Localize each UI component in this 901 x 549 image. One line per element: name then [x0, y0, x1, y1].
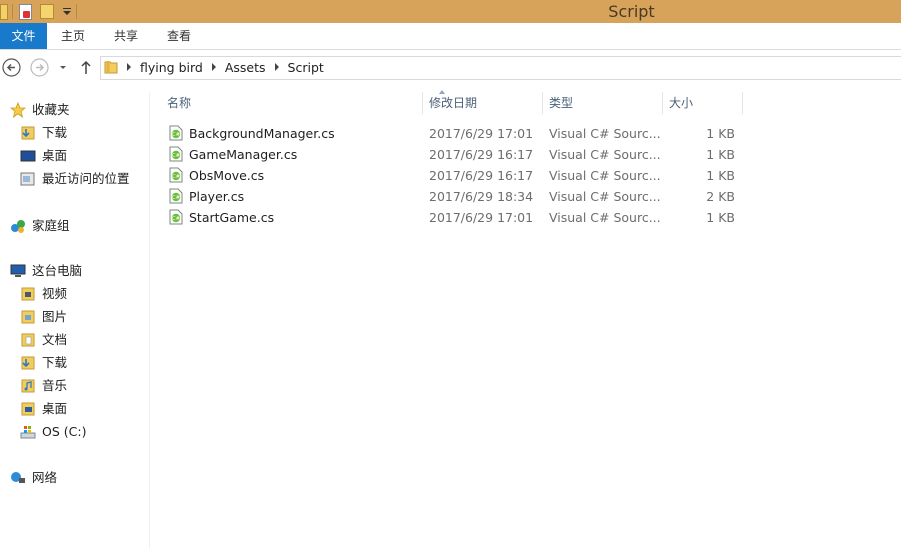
csharp-file-icon: C# [169, 125, 183, 141]
tab-view[interactable]: 查看 [167, 23, 191, 49]
file-row[interactable]: C# BackgroundManager.cs 2017/6/29 17:01 Vis… [149, 123, 749, 144]
desktop-icon [20, 150, 36, 162]
sidebar-item-label: 文档 [42, 332, 68, 347]
file-type: Visual C# Sourc... [549, 126, 661, 141]
recent-locations-button[interactable] [57, 58, 69, 77]
file-date-modified: 2017/6/29 16:17 [429, 168, 534, 183]
column-name[interactable]: 名称 [167, 92, 191, 114]
svg-text:C#: C# [172, 153, 181, 159]
pictures-folder-icon [21, 310, 35, 324]
breadcrumb-flying-bird[interactable]: flying bird [140, 60, 203, 75]
computer-icon [10, 264, 26, 277]
file-type: Visual C# Sourc... [549, 168, 661, 183]
sidebar-item-label: 桌面 [42, 148, 68, 163]
sidebar-item-label: 图片 [42, 309, 68, 324]
svg-text:C#: C# [172, 132, 181, 138]
file-type: Visual C# Sourc... [549, 189, 661, 204]
breadcrumb-assets[interactable]: Assets [225, 60, 266, 75]
svg-text:C#: C# [172, 216, 181, 222]
sidebar-item-label: 视频 [42, 286, 68, 301]
title-bar: Script [0, 0, 901, 23]
documents-folder-icon [21, 333, 35, 347]
file-row[interactable]: C# StartGame.cs 2017/6/29 17:01 Visual C# S… [149, 207, 749, 228]
column-divider[interactable] [662, 92, 663, 114]
column-date-modified[interactable]: 修改日期 [429, 92, 477, 114]
file-type: Visual C# Sourc... [549, 147, 661, 162]
svg-text:C#: C# [172, 195, 181, 201]
file-date-modified: 2017/6/29 17:01 [429, 126, 534, 141]
file-type: Visual C# Sourc... [549, 210, 661, 225]
navigation-pane: 收藏夹 下载 桌面 最近访问的位置 家庭组 这台电脑 视频 图片 文档 下载 音… [0, 92, 150, 549]
tab-share[interactable]: 共享 [114, 23, 138, 49]
csharp-file-icon: C# [169, 146, 183, 162]
network-icon [11, 472, 25, 483]
breadcrumb-separator[interactable] [127, 63, 131, 71]
back-button[interactable] [2, 58, 21, 77]
svg-text:C#: C# [172, 174, 181, 180]
desktop-folder-icon [21, 402, 35, 416]
breadcrumb-separator[interactable] [211, 63, 216, 71]
recent-places-icon [20, 172, 35, 186]
sidebar-item-label: 下载 [42, 355, 68, 370]
drive-icon [20, 426, 36, 439]
file-row[interactable]: C# Player.cs 2017/6/29 18:34 Visual C# Sour… [149, 186, 749, 207]
file-name: BackgroundManager.cs [189, 126, 335, 141]
chevron-down-icon [60, 66, 66, 69]
file-name: StartGame.cs [189, 210, 275, 225]
column-divider[interactable] [422, 92, 423, 114]
column-type[interactable]: 类型 [549, 92, 573, 114]
homegroup-icon [11, 220, 25, 233]
file-size: 1 KB [706, 168, 735, 183]
videos-folder-icon [21, 287, 35, 301]
csharp-file-icon: C# [169, 167, 183, 183]
tab-home[interactable]: 主页 [61, 23, 85, 49]
back-arrow-icon [2, 58, 21, 77]
file-name: GameManager.cs [189, 147, 298, 162]
downloads-folder-icon [21, 126, 35, 140]
csharp-file-icon: C# [169, 188, 183, 204]
column-divider[interactable] [542, 92, 543, 114]
file-size: 1 KB [706, 126, 735, 141]
column-size[interactable]: 大小 [669, 92, 693, 114]
up-arrow-icon [81, 60, 91, 74]
star-icon [10, 102, 26, 118]
sidebar-item-label: 最近访问的位置 [42, 171, 130, 186]
sidebar-item-label: 音乐 [42, 378, 68, 393]
downloads-folder-icon [21, 356, 35, 370]
file-size: 1 KB [706, 147, 735, 162]
music-folder-icon [21, 379, 35, 393]
sidebar-item-label: OS (C:) [42, 424, 87, 439]
column-header: 名称 修改日期 类型 大小 [149, 90, 749, 114]
sidebar-item-label: 下载 [42, 125, 68, 140]
sidebar-item-label: 家庭组 [32, 218, 70, 233]
sidebar-item-label: 收藏夹 [32, 102, 70, 117]
file-size: 1 KB [706, 210, 735, 225]
up-button[interactable] [78, 58, 94, 77]
file-row[interactable]: C# GameManager.cs 2017/6/29 16:17 Visual C#… [149, 144, 749, 165]
column-divider[interactable] [742, 92, 743, 114]
ribbon-tabs: 文件 主页 共享 查看 [0, 23, 901, 50]
tab-file[interactable]: 文件 [0, 23, 47, 49]
sidebar-item-label: 桌面 [42, 401, 68, 416]
file-name: Player.cs [189, 189, 245, 204]
forward-arrow-icon [30, 58, 49, 77]
window-title: Script [608, 2, 655, 21]
breadcrumb-separator[interactable] [274, 63, 279, 71]
folder-icon [104, 61, 118, 74]
forward-button[interactable] [30, 58, 49, 77]
csharp-file-icon: C# [169, 209, 183, 225]
breadcrumb: flying bird Assets Script [104, 56, 324, 78]
file-row[interactable]: C# ObsMove.cs 2017/6/29 16:17 Visual C# Sou… [149, 165, 749, 186]
file-size: 2 KB [706, 189, 735, 204]
sidebar-item-label: 这台电脑 [32, 263, 83, 278]
sidebar-item-label: 网络 [32, 470, 58, 485]
file-name: ObsMove.cs [189, 168, 265, 183]
breadcrumb-script[interactable]: Script [288, 60, 324, 75]
file-date-modified: 2017/6/29 18:34 [429, 189, 534, 204]
file-date-modified: 2017/6/29 16:17 [429, 147, 534, 162]
file-date-modified: 2017/6/29 17:01 [429, 210, 534, 225]
